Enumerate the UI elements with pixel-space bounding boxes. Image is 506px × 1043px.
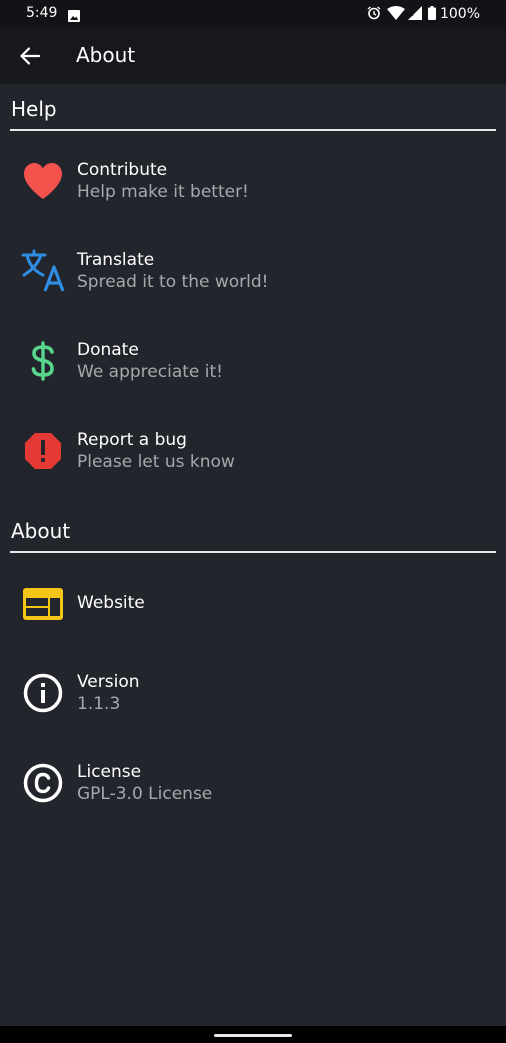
- signal-icon: [407, 5, 422, 24]
- item-title: Report a bug: [77, 430, 187, 450]
- battery-icon: [427, 5, 436, 24]
- item-title: Website: [77, 593, 145, 613]
- system-navigation-bar: [0, 1026, 506, 1043]
- section-divider-help: [10, 129, 496, 131]
- list-item-translate[interactable]: Translate Spread it to the world!: [0, 227, 506, 317]
- web-icon: [20, 581, 66, 627]
- dollar-icon: [20, 338, 66, 384]
- list-item-version[interactable]: Version 1.1.3: [0, 649, 506, 739]
- back-button[interactable]: [14, 41, 46, 71]
- item-title: Version: [77, 672, 140, 692]
- item-subtitle: Spread it to the world!: [77, 272, 269, 292]
- item-subtitle: GPL-3.0 License: [77, 784, 213, 804]
- list-item-website[interactable]: Website: [0, 559, 506, 649]
- item-title: License: [77, 762, 142, 782]
- alarm-icon: [367, 5, 381, 24]
- error-octagon-icon: [20, 428, 66, 474]
- battery-percentage: 100%: [439, 6, 480, 22]
- info-icon: [20, 670, 66, 716]
- item-subtitle: 1.1.3: [77, 694, 121, 714]
- item-subtitle: Please let us know: [77, 452, 235, 472]
- section-divider-about: [10, 551, 496, 553]
- wifi-icon: [386, 5, 405, 24]
- list-item-contribute[interactable]: Contribute Help make it better!: [0, 137, 506, 227]
- list-item-donate[interactable]: Donate We appreciate it!: [0, 317, 506, 407]
- status-time: 5:49: [26, 5, 58, 21]
- list-item-license[interactable]: License GPL-3.0 License: [0, 739, 506, 829]
- heart-icon: [20, 158, 66, 204]
- copyright-icon: [20, 760, 66, 806]
- translate-icon: [20, 248, 66, 294]
- section-title-about: About: [11, 519, 71, 543]
- item-title: Donate: [77, 340, 139, 360]
- image-notification-icon: [68, 7, 80, 26]
- item-subtitle: We appreciate it!: [77, 362, 223, 382]
- section-title-help: Help: [11, 97, 57, 121]
- status-icons: 100%: [367, 4, 506, 24]
- item-title: Translate: [77, 250, 155, 270]
- arrow-back-icon: [20, 47, 40, 65]
- app-toolbar: About: [0, 27, 506, 84]
- status-bar: 5:49 100%: [0, 0, 506, 27]
- item-subtitle: Help make it better!: [77, 182, 249, 202]
- about-screen: 5:49 100% About Help Contribute Help mak…: [0, 0, 506, 1043]
- list-item-report-bug[interactable]: Report a bug Please let us know: [0, 407, 506, 497]
- item-title: Contribute: [77, 160, 168, 180]
- home-gesture-handle[interactable]: [214, 1034, 292, 1037]
- page-title: About: [76, 43, 136, 67]
